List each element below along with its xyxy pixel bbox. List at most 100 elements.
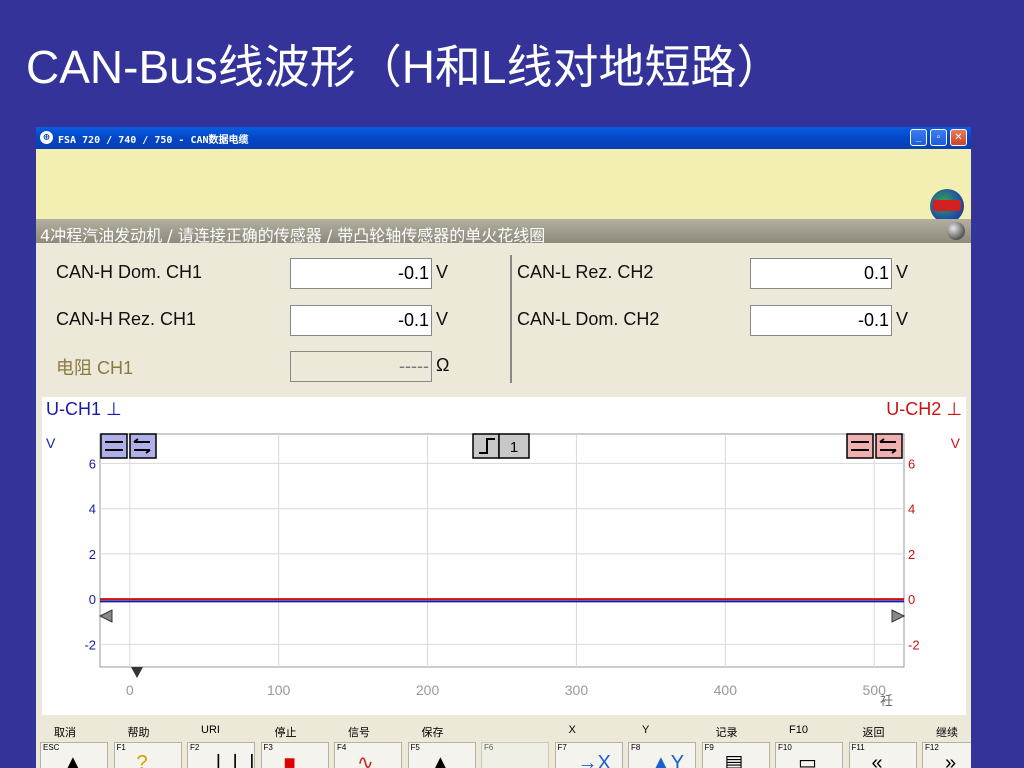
gauge-icon: ❘❘❘ (210, 752, 261, 768)
function-key-bar: 取消 ESC ▲ 帮助 F1? URI F2 ❘❘❘ 停止 F3 ■ 信号 F4 ∿ 保存 F5 ▲ F6 X F7 →… (36, 717, 971, 768)
measure-value-can-h-rez: -0.1 (290, 305, 432, 336)
measure-value-can-h-dom: -0.1 (290, 258, 432, 289)
ch1-scale-button[interactable] (100, 433, 128, 459)
fkey-label: 继续 (936, 727, 958, 739)
fkey-key-label: F12 (925, 743, 939, 752)
fkey-key-label: F11 (851, 743, 865, 752)
y-tick-label-right: 0 (908, 592, 915, 607)
fkey-button-f6: F6 (481, 742, 549, 768)
measure-value-can-l-dom: -0.1 (750, 305, 892, 336)
y-tick-label-right: 4 (908, 502, 915, 517)
measure-value-can-l-rez: 0.1 (750, 258, 892, 289)
fkey-button-f12[interactable]: F12 » (922, 742, 971, 768)
signal-icon: ∿ (357, 752, 374, 768)
x-tick-label: 300 (565, 682, 589, 698)
app-icon[interactable]: ⊕ (40, 131, 53, 144)
y-tick-label-left: 2 (89, 547, 96, 562)
fkey-label: URI (201, 724, 220, 736)
measure-label-can-l-dom: CAN-L Dom. CH2 (517, 309, 660, 329)
fkey-button-f7[interactable]: F7 →X (554, 742, 623, 768)
fkey-key-label: F8 (631, 743, 641, 752)
corner-mark: 衽 (880, 694, 893, 709)
x-cursor-marker-icon[interactable] (131, 667, 143, 678)
fkey-label: 信号 (348, 727, 370, 739)
fkey-key-label: F6 (484, 743, 494, 752)
x-tick-label: 100 (267, 682, 291, 698)
fkey-button-f11[interactable]: F11 « (848, 742, 917, 768)
x-tick-label: 400 (714, 682, 738, 698)
fkey-button-f5[interactable]: F5 ▲ (407, 742, 476, 768)
y-tick-label-right: 2 (908, 547, 915, 562)
fkey-key-label: F4 (337, 743, 347, 752)
fkey-label: 记录 (715, 727, 738, 739)
fkey-key-label: ESC (43, 743, 60, 752)
status-bar: 4冲程汽油发动机 / 请连接正确的传感器 / 带凸轮轴传感器的单火花线圈 (36, 219, 971, 245)
measurement-panel: CAN-H Dom. CH1 -0.1 V CAN-H Rez. CH1 -0.… (42, 247, 966, 397)
help-icon: ? (136, 752, 148, 768)
fkey-button-esc[interactable]: ESC ▲ (40, 742, 108, 768)
x-tick-label: 0 (126, 682, 134, 698)
window-titlebar[interactable]: ⊕ FSA 720 / 740 / 750 - CAN数据电缆 _ ▫ ✕ (36, 127, 971, 149)
close-button[interactable]: ✕ (950, 129, 967, 146)
fkey-label: 停止 (274, 727, 297, 739)
y-tick-label-left: 6 (89, 456, 96, 471)
fkey-key-label: F5 (410, 743, 420, 752)
maximize-button[interactable]: ▫ (930, 129, 947, 146)
up-arrow-icon: ▲ (63, 752, 83, 768)
measure-label-can-h-rez: CAN-H Rez. CH1 (56, 309, 197, 329)
x-tick-label: 200 (416, 682, 440, 698)
fkey-button-f2[interactable]: F2 ❘❘❘ (187, 742, 260, 768)
y-cursor-icon: ▲Y (651, 752, 685, 768)
fkey-label: F10 (789, 724, 808, 736)
fkey-key-label: F10 (778, 743, 792, 752)
y-tick-label-right: -2 (908, 637, 920, 652)
measure-unit: Ω (436, 355, 450, 375)
fkey-key-label: F1 (116, 743, 126, 752)
fkey-label: X (568, 724, 576, 736)
measure-unit: V (896, 309, 909, 329)
fkey-button-f1[interactable]: F1? (113, 742, 182, 768)
fkey-key-label: F2 (190, 743, 200, 752)
fkey-key-label: F7 (557, 743, 567, 752)
x-cursor-icon: →X (577, 752, 611, 768)
y-tick-label-right: 6 (908, 456, 915, 471)
measure-divider (510, 255, 512, 383)
measure-label-can-h-dom: CAN-H Dom. CH1 (56, 262, 203, 282)
app-window: ⊕ FSA 720 / 740 / 750 - CAN数据电缆 _ ▫ ✕ 4冲… (36, 127, 971, 768)
fkey-button-f8[interactable]: F8 ▲Y (628, 742, 696, 768)
bosch-logo (930, 189, 964, 223)
fkey-button-f9[interactable]: F9 ▤ (701, 742, 770, 768)
header-band (36, 149, 971, 223)
ch1-shift-button[interactable] (129, 433, 157, 459)
status-text: 4冲程汽油发动机 / 请连接正确的传感器 / 带凸轮轴传感器的单火花线圈 (40, 226, 546, 245)
forward-icon: » (945, 752, 957, 768)
window-title: FSA 720 / 740 / 750 - CAN数据电缆 (58, 135, 249, 146)
ch2-shift-button[interactable] (875, 433, 903, 459)
fkey-button-f3[interactable]: F3 ■ (260, 742, 329, 768)
measure-label-can-l-rez: CAN-L Rez. CH2 (517, 262, 654, 282)
save-icon: ▲ (430, 752, 451, 768)
fkey-label: Y (642, 724, 650, 736)
y-tick-label-left: 4 (89, 502, 96, 517)
trigger-button[interactable] (472, 433, 530, 459)
measure-unit: V (896, 262, 909, 282)
fkey-button-f4[interactable]: F4 ∿ (334, 742, 402, 768)
measure-value-resistance: ----- (290, 351, 432, 382)
fkey-label: 保存 (421, 727, 444, 739)
plot-grid (99, 433, 905, 668)
fkey-label: 返回 (862, 727, 885, 739)
trigger-label: 1 (510, 439, 518, 456)
y-tick-label-left: -2 (84, 637, 96, 652)
fkey-button-f10[interactable]: F10 ▭ (775, 742, 843, 768)
oscilloscope-chart[interactable]: U-CH1 ⊥ U-CH2 ⊥ V V 0 100 200 300 400 500 6 6 4 4… (42, 397, 966, 715)
measure-unit: V (436, 262, 449, 282)
plot-svg: 010020030040050066442200-2-2 1 (84, 433, 920, 709)
back-icon: « (871, 752, 883, 768)
measure-label-resistance: 电阻 CH1 (56, 358, 134, 378)
record-icon: ▤ (724, 752, 744, 768)
fkey-key-label: F3 (263, 743, 273, 752)
ch2-scale-button[interactable] (846, 433, 874, 459)
slide-title: CAN-Bus线波形（H和L线对地短路） (26, 41, 783, 93)
fkey-label: 帮助 (127, 727, 150, 739)
minimize-button[interactable]: _ (910, 129, 927, 146)
